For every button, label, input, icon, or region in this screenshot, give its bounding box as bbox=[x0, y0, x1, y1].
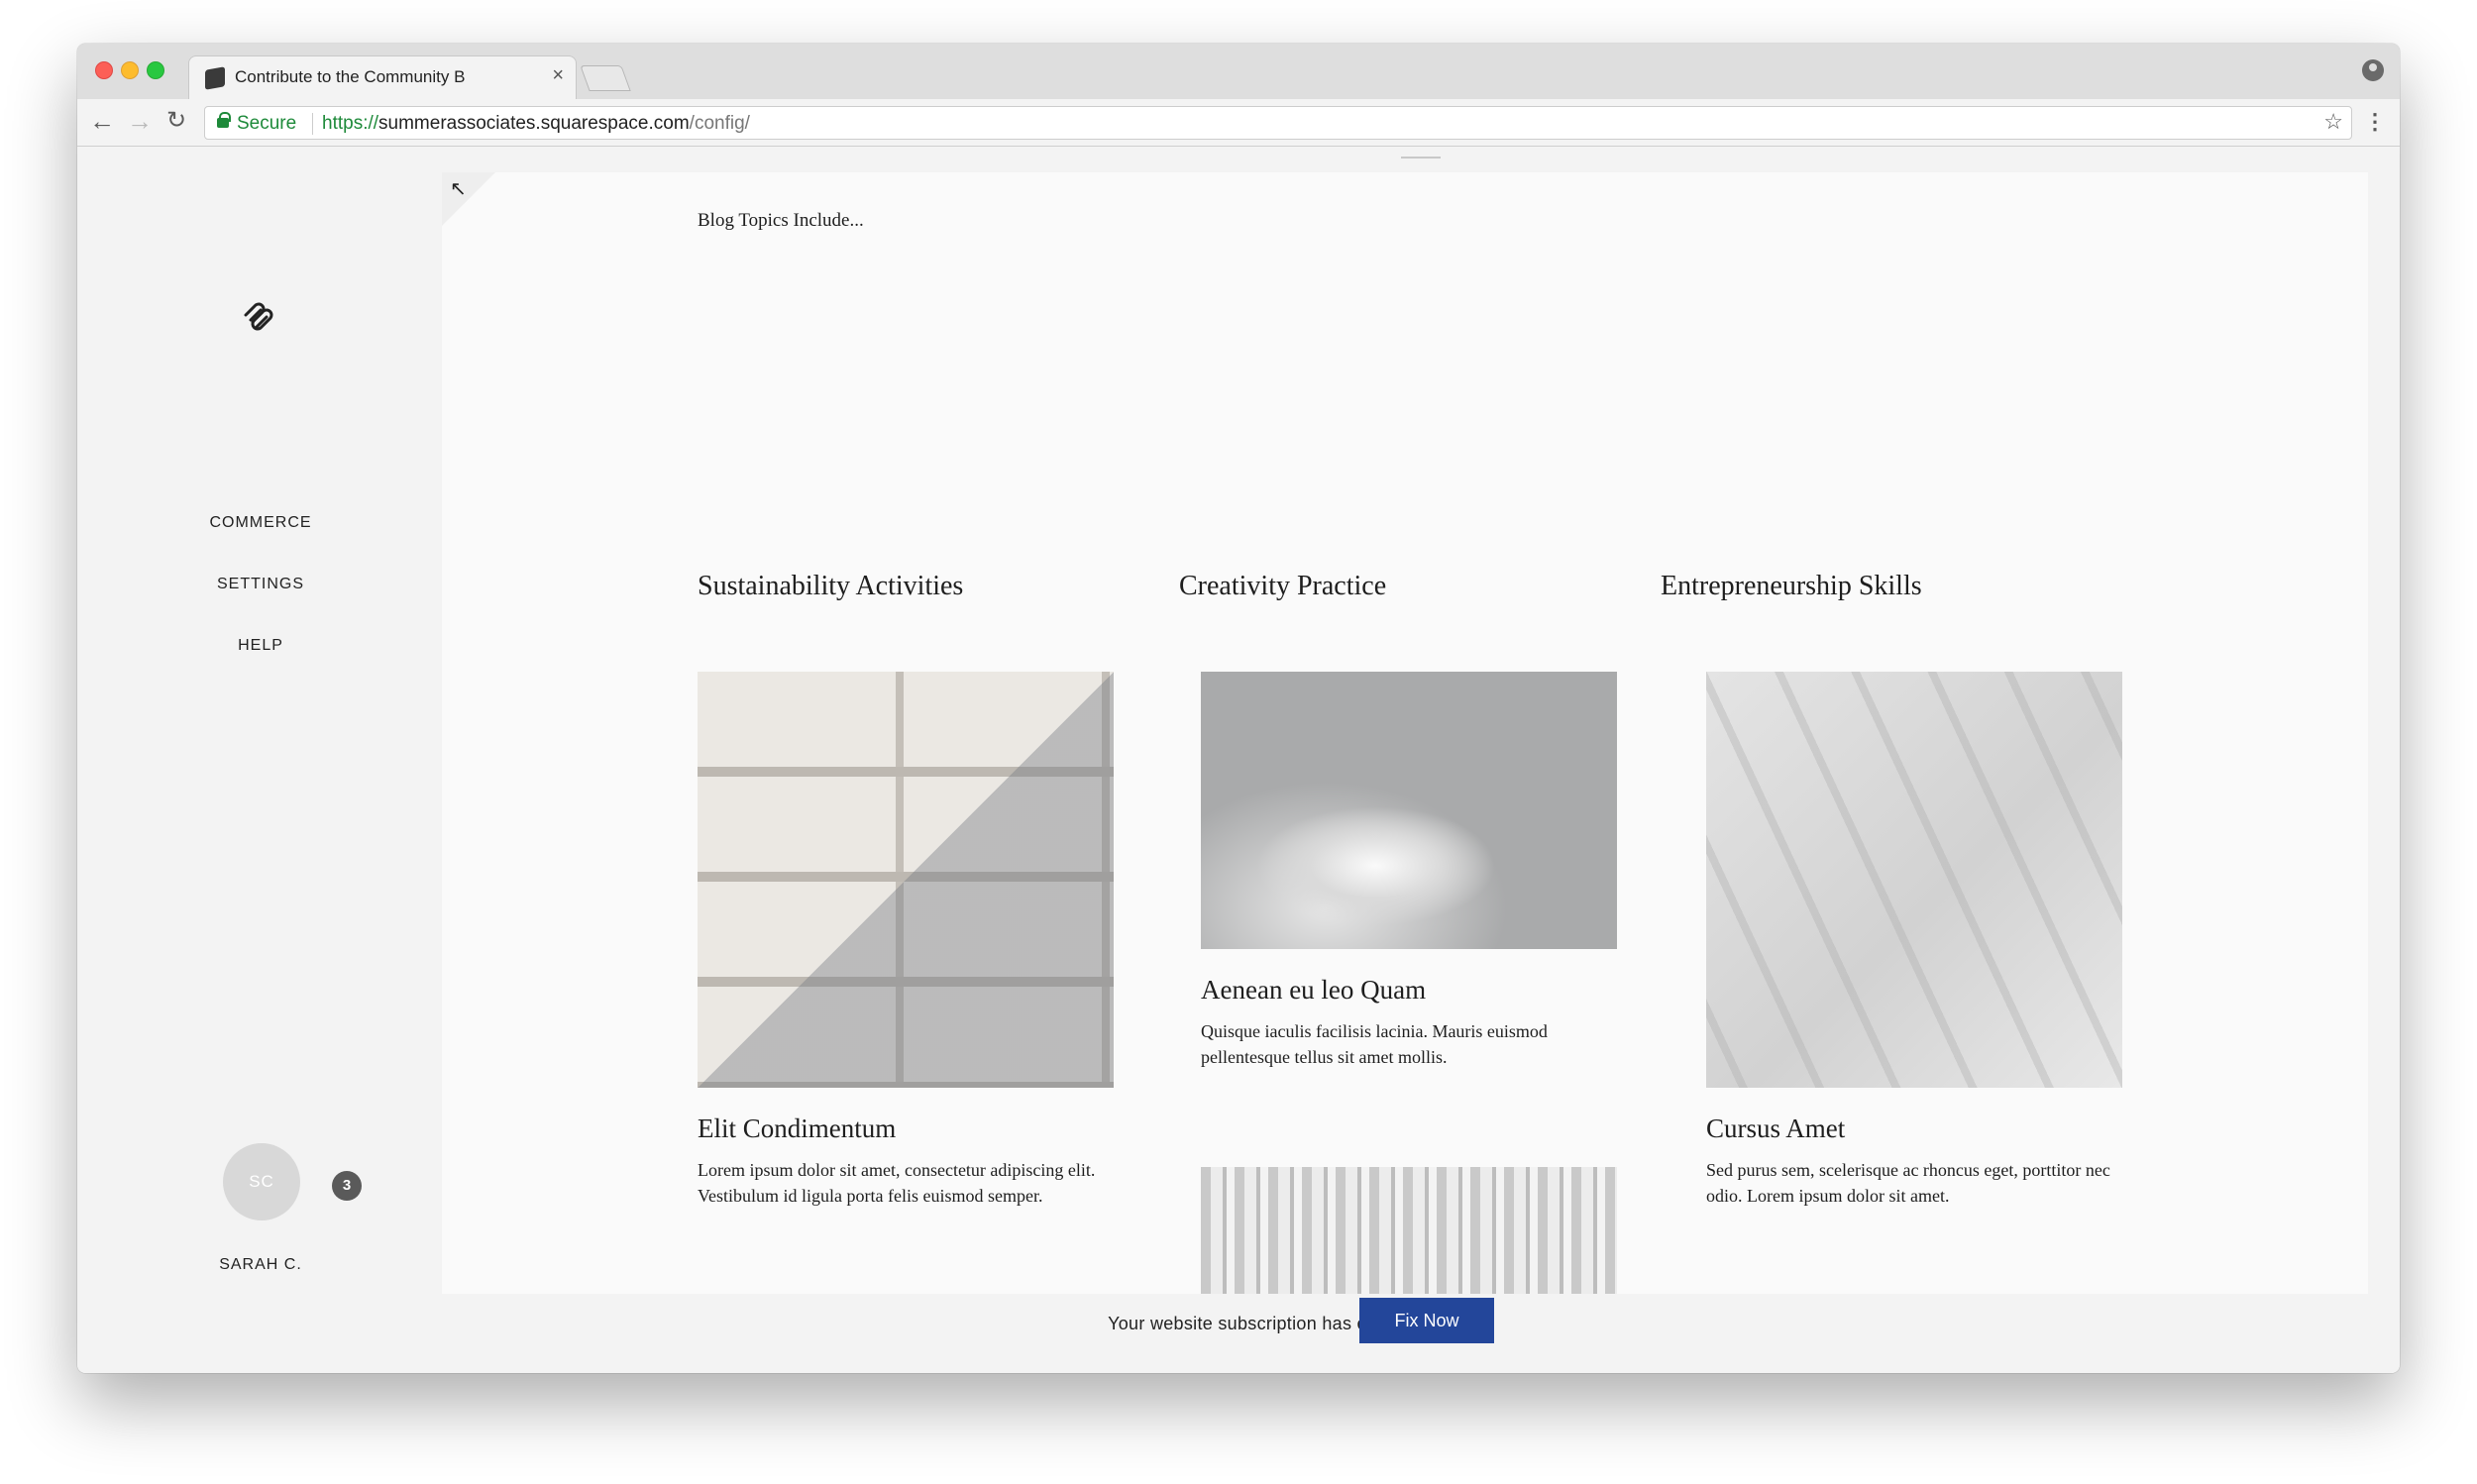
url-scheme: https:// bbox=[322, 113, 379, 134]
post-image-feather[interactable] bbox=[1201, 672, 1617, 949]
section-title-creativity: Creativity Practice bbox=[1179, 571, 1387, 601]
site-preview: ↖ Blog Topics Include... Sustainability … bbox=[442, 172, 2368, 1294]
new-tab-button[interactable] bbox=[580, 65, 631, 91]
drag-handle[interactable] bbox=[1401, 157, 1441, 159]
bookmark-star-icon[interactable]: ☆ bbox=[2323, 109, 2343, 135]
secure-label: Secure bbox=[237, 113, 297, 134]
section-title-entrepreneurship: Entrepreneurship Skills bbox=[1661, 571, 1922, 601]
profile-icon[interactable] bbox=[2362, 59, 2384, 81]
avatar[interactable]: SC bbox=[223, 1143, 300, 1220]
forward-arrow-icon[interactable]: → bbox=[127, 107, 153, 135]
post-excerpt: Sed purus sem, scelerisque ac rhoncus eg… bbox=[1706, 1160, 2110, 1206]
browser-tab[interactable]: Contribute to the Community B × bbox=[188, 55, 577, 99]
lock-icon bbox=[217, 112, 231, 128]
subscription-notice: Your website subscription has expired. bbox=[1108, 1314, 1423, 1333]
user-name[interactable]: SARAH C. bbox=[77, 1256, 444, 1274]
post-excerpt: Quisque iaculis facilisis lacinia. Mauri… bbox=[1201, 1021, 1548, 1067]
sidebar-item-help[interactable]: HELP bbox=[77, 637, 444, 655]
squarespace-favicon-icon bbox=[205, 66, 225, 90]
url-divider bbox=[312, 113, 313, 135]
app-content: COMMERCE SETTINGS HELP SC 3 SARAH C. ↖ B… bbox=[77, 147, 2400, 1373]
address-bar[interactable]: Secure https://summerassociates.squaresp… bbox=[204, 106, 2352, 140]
reload-icon[interactable]: ↻ bbox=[166, 107, 186, 135]
post-title[interactable]: Elit Condimentum bbox=[698, 1113, 896, 1144]
url-host: summerassociates.squarespace.com bbox=[378, 113, 690, 134]
fix-now-button[interactable]: Fix Now bbox=[1359, 1298, 1494, 1343]
sidebar: COMMERCE SETTINGS HELP SC 3 SARAH C. bbox=[77, 147, 444, 1373]
browser-toolbar: ← → ↻ Secure https://summerassociates.sq… bbox=[77, 99, 2400, 147]
maximize-window-button[interactable] bbox=[147, 61, 164, 79]
post-excerpt: Lorem ipsum dolor sit amet, consectetur … bbox=[698, 1160, 1096, 1206]
url-path: /config/ bbox=[689, 113, 750, 134]
post-image-marble[interactable] bbox=[1706, 672, 2122, 1088]
minimize-window-button[interactable] bbox=[121, 61, 139, 79]
browser-window: Contribute to the Community B × ← → ↻ Se… bbox=[77, 44, 2400, 1373]
back-arrow-icon[interactable]: ← bbox=[89, 107, 115, 135]
intro-text: Blog Topics Include... bbox=[698, 210, 864, 231]
post-image-brick[interactable] bbox=[698, 672, 1114, 1088]
post-title[interactable]: Cursus Amet bbox=[1706, 1113, 1845, 1144]
tab-close-icon[interactable]: × bbox=[552, 64, 564, 87]
section-title-sustainability: Sustainability Activities bbox=[698, 571, 964, 601]
post-title[interactable]: Aenean eu leo Quam bbox=[1201, 975, 1426, 1006]
squarespace-logo-icon[interactable] bbox=[242, 301, 277, 331]
collapse-arrow-icon[interactable]: ↖ bbox=[450, 176, 467, 201]
tab-title: Contribute to the Community B bbox=[235, 67, 466, 86]
close-window-button[interactable] bbox=[95, 61, 113, 79]
post-image-stripes[interactable] bbox=[1201, 1167, 1617, 1294]
url-text[interactable]: https://summerassociates.squarespace.com… bbox=[322, 113, 750, 135]
notification-badge[interactable]: 3 bbox=[332, 1171, 362, 1201]
browser-menu-icon[interactable]: ⋮ bbox=[2364, 108, 2386, 136]
sidebar-item-commerce[interactable]: COMMERCE bbox=[77, 514, 444, 532]
tab-strip: Contribute to the Community B × bbox=[77, 44, 2400, 99]
sidebar-item-settings[interactable]: SETTINGS bbox=[77, 576, 444, 593]
